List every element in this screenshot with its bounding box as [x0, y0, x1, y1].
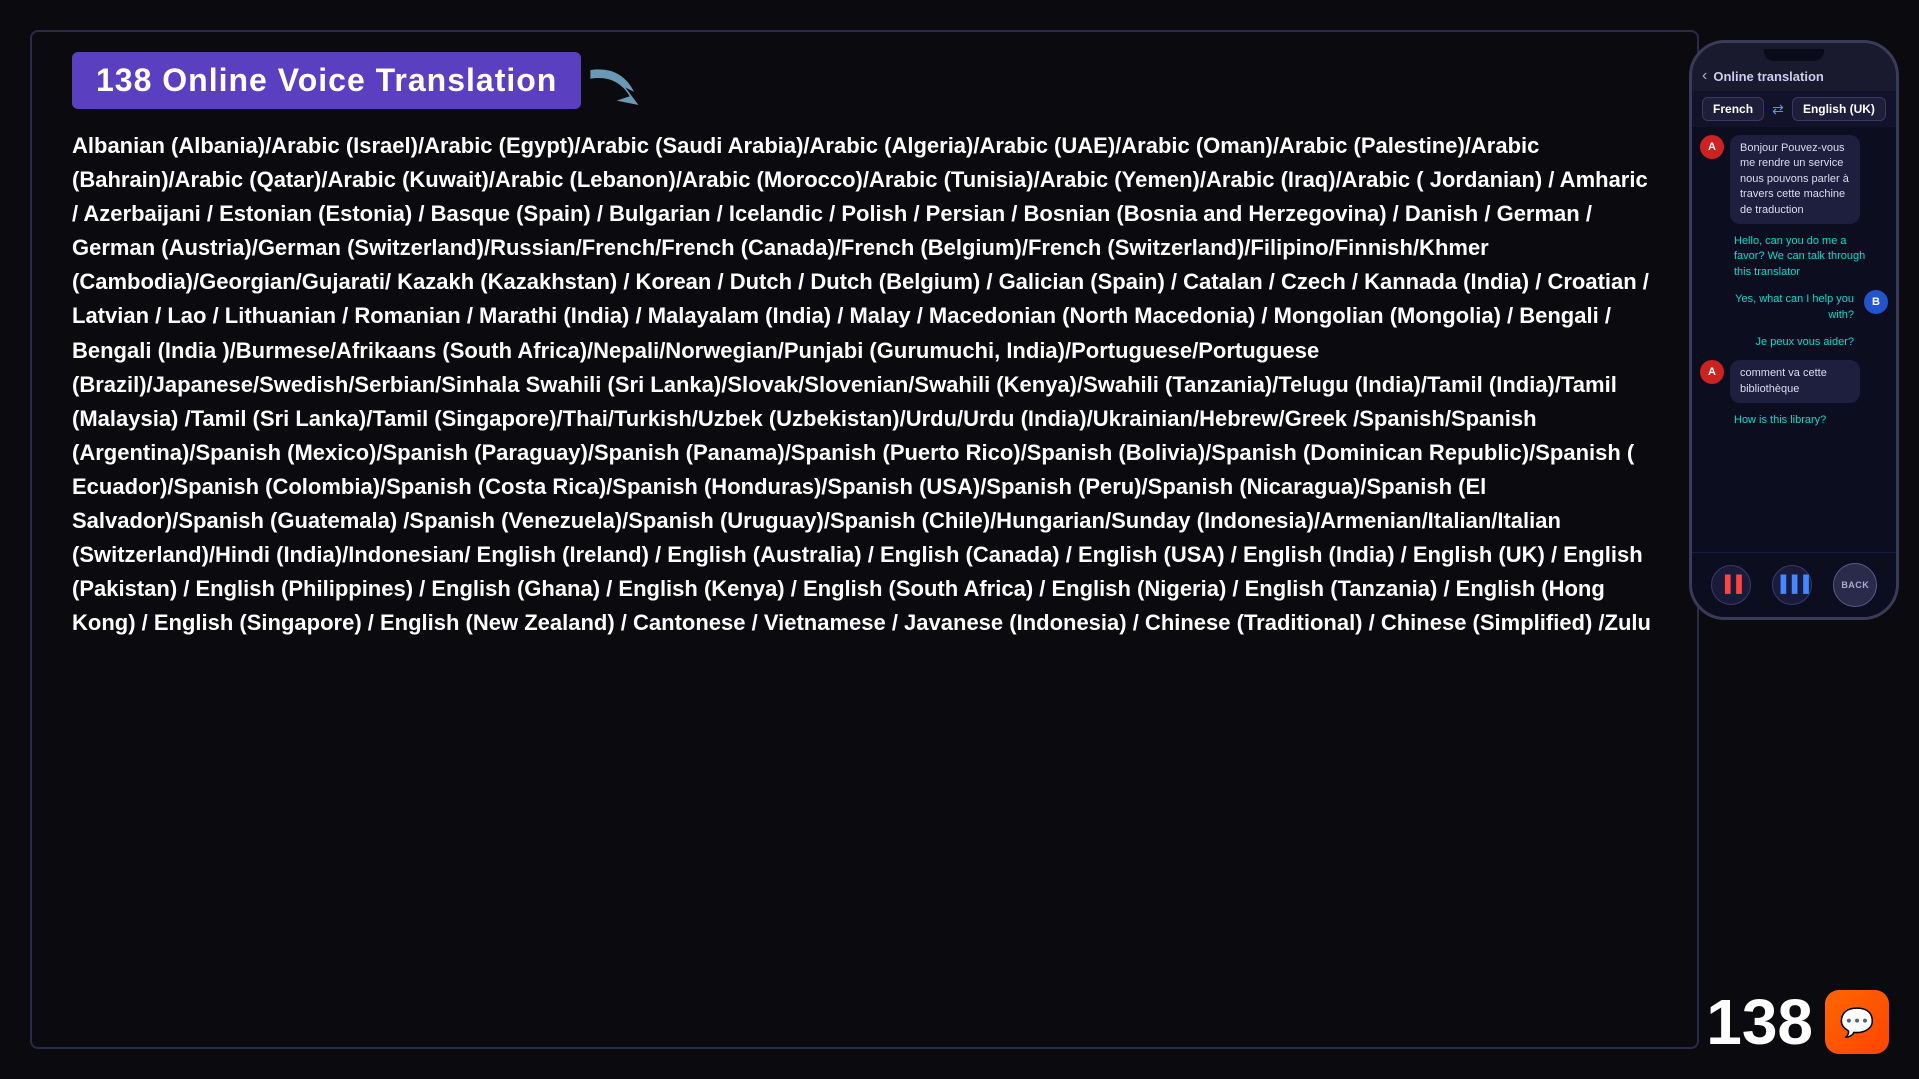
phone-notch [1764, 49, 1824, 61]
title-background: 138 Online Voice Translation [72, 52, 581, 109]
wave-icon: ▐▐▐ [1775, 576, 1809, 594]
target-language-button[interactable]: English (UK) [1792, 97, 1886, 121]
phone-header: ‹ Online translation [1692, 61, 1896, 91]
translation-3: How is this library? [1700, 411, 1888, 430]
bottom-badge: 138 💬 [1706, 985, 1889, 1059]
translation-2-row: Je peux vous aider? [1700, 333, 1888, 352]
chat-app-icon[interactable]: 💬 [1825, 990, 1889, 1054]
translation-1: Hello, can you do me a favor? We can tal… [1700, 232, 1888, 282]
phone-screen-title: Online translation [1713, 69, 1824, 84]
translation-text-2: Yes, what can I help you with? [1728, 290, 1858, 325]
arrow-icon [586, 60, 656, 115]
main-title: 138 Online Voice Translation [96, 62, 557, 98]
source-language-button[interactable]: French [1702, 97, 1764, 121]
chat-message-2: Yes, what can I help you with? B [1700, 290, 1888, 325]
wave-button[interactable]: ▐▐▐ [1772, 565, 1812, 605]
message-bubble-3: comment va cette bibliothèque [1730, 360, 1860, 403]
back-chevron-icon[interactable]: ‹ [1702, 67, 1707, 85]
languages-list: Albanian (Albania)/Arabic (Israel)/Arabi… [72, 129, 1657, 640]
chat-message-3: A comment va cette bibliothèque [1700, 360, 1888, 403]
swap-languages-icon[interactable]: ⇄ [1772, 101, 1784, 118]
back-button[interactable]: BACK [1833, 563, 1877, 607]
title-banner: 138 Online Voice Translation [72, 52, 581, 109]
phone-frame: ‹ Online translation French ⇄ English (U… [1689, 40, 1899, 620]
avatar-a-2: A [1700, 360, 1724, 384]
chat-area: A Bonjour Pouvez-vous me rendre un servi… [1692, 127, 1896, 552]
translation-text-2b: Je peux vous aider? [1752, 333, 1858, 352]
translation-text-3: How is this library? [1730, 411, 1830, 430]
main-container: 138 Online Voice Translation Albanian (A… [30, 30, 1699, 1049]
translation-text-1: Hello, can you do me a favor? We can tal… [1730, 232, 1875, 282]
phone-mockup: ‹ Online translation French ⇄ English (U… [1689, 40, 1899, 620]
avatar-b-1: B [1864, 290, 1888, 314]
avatar-a-1: A [1700, 135, 1724, 159]
chat-message-1: A Bonjour Pouvez-vous me rendre un servi… [1700, 135, 1888, 224]
badge-number: 138 [1706, 985, 1813, 1059]
message-bubble-1: Bonjour Pouvez-vous me rendre un service… [1730, 135, 1860, 224]
mic-button[interactable]: ▐▐ [1711, 565, 1751, 605]
chat-icon: 💬 [1840, 1006, 1875, 1039]
phone-controls: ▐▐ ▐▐▐ BACK [1692, 552, 1896, 617]
language-selector-row: French ⇄ English (UK) [1692, 91, 1896, 127]
mic-icon: ▐▐ [1719, 576, 1742, 594]
